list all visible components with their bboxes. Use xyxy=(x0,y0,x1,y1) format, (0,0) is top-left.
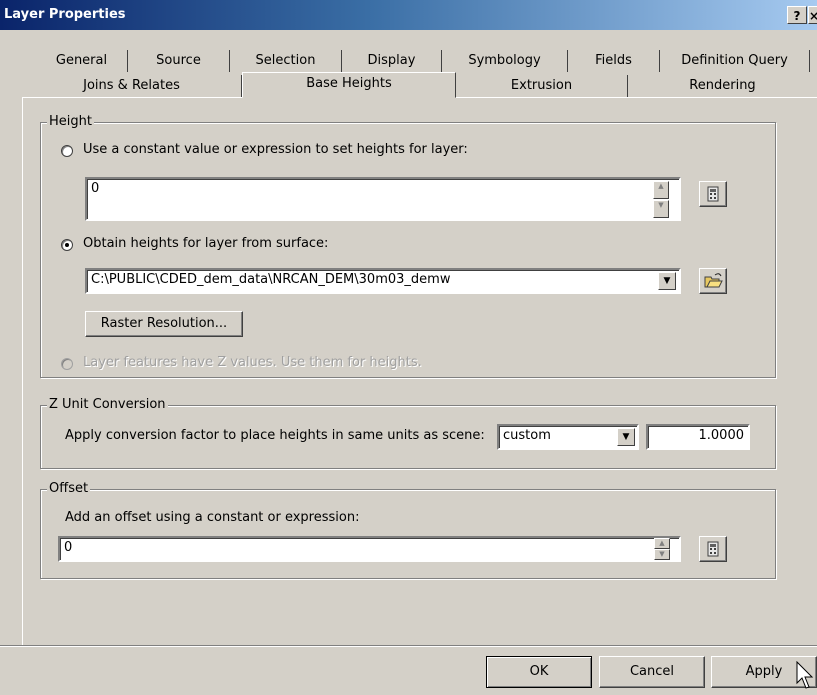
surface-label: Obtain heights for layer from surface: xyxy=(83,236,329,251)
tab-base-heights[interactable]: Base Heights xyxy=(242,72,456,98)
z-unit-group: Z Unit Conversion Apply conversion facto… xyxy=(40,397,776,469)
calculator-icon xyxy=(707,186,719,202)
close-button[interactable]: × xyxy=(808,6,817,24)
dropdown-arrow-icon[interactable]: ▼ xyxy=(658,272,676,290)
constant-value-radio[interactable] xyxy=(61,145,73,157)
height-legend: Height xyxy=(47,114,94,129)
open-folder-icon xyxy=(704,273,723,288)
tab-panel: Height Use a constant value or expressio… xyxy=(22,97,817,645)
offset-input[interactable]: 0 xyxy=(58,536,681,562)
z-unit-legend: Z Unit Conversion xyxy=(47,397,168,412)
tab-fields[interactable]: Fields xyxy=(568,50,660,72)
spin-down-icon[interactable]: ▼ xyxy=(653,200,669,218)
ok-button[interactable]: OK xyxy=(486,656,592,688)
constant-value-label: Use a constant value or expression to se… xyxy=(83,142,468,157)
z-values-label: Layer features have Z values. Use them f… xyxy=(83,355,422,370)
dropdown-arrow-icon[interactable]: ▼ xyxy=(617,428,635,446)
raster-resolution-button[interactable]: Raster Resolution... xyxy=(85,311,243,337)
spin-down-icon[interactable]: ▼ xyxy=(654,549,670,560)
offset-value-text: 0 xyxy=(64,540,73,555)
spin-up-icon[interactable]: ▲ xyxy=(653,181,669,199)
tab-symbology[interactable]: Symbology xyxy=(442,50,568,72)
constant-value-text: 0 xyxy=(91,181,100,196)
calculator-icon xyxy=(707,541,719,557)
tab-extrusion[interactable]: Extrusion xyxy=(456,75,628,97)
tab-definition-query[interactable]: Definition Query xyxy=(660,50,810,72)
offset-label: Add an offset using a constant or expres… xyxy=(65,510,360,525)
window-title: Layer Properties xyxy=(4,7,126,22)
expression-calculator-button[interactable] xyxy=(699,181,727,207)
surface-select[interactable]: C:\PUBLIC\CDED_dem_data\NRCAN_DEM\30m03_… xyxy=(85,268,681,294)
conversion-factor-text: 1.0000 xyxy=(698,428,745,443)
offset-calculator-button[interactable] xyxy=(699,536,727,562)
surface-radio[interactable] xyxy=(61,239,73,251)
tab-joins-relates[interactable]: Joins & Relates xyxy=(22,75,242,97)
tab-general[interactable]: General xyxy=(36,50,128,72)
offset-group: Offset Add an offset using a constant or… xyxy=(40,481,776,579)
tab-display[interactable]: Display xyxy=(342,50,442,72)
tab-source[interactable]: Source xyxy=(128,50,230,72)
spin-up-icon[interactable]: ▲ xyxy=(654,538,670,549)
z-unit-label: Apply conversion factor to place heights… xyxy=(65,428,485,443)
z-values-radio xyxy=(61,358,73,370)
button-bar-divider xyxy=(0,645,817,647)
conversion-factor-input[interactable]: 1.0000 xyxy=(646,424,750,450)
tab-selection[interactable]: Selection xyxy=(230,50,342,72)
height-group: Height Use a constant value or expressio… xyxy=(40,114,776,378)
title-bar[interactable]: Layer Properties ? × xyxy=(0,0,817,30)
tab-rendering[interactable]: Rendering xyxy=(628,75,817,97)
layer-properties-dialog: Layer Properties ? × General Source Sele… xyxy=(0,0,817,695)
help-button[interactable]: ? xyxy=(787,6,807,24)
constant-value-input[interactable]: 0 xyxy=(85,177,681,221)
browse-surface-button[interactable] xyxy=(699,268,727,294)
cancel-button[interactable]: Cancel xyxy=(599,656,705,688)
surface-path-text: C:\PUBLIC\CDED_dem_data\NRCAN_DEM\30m03_… xyxy=(91,272,451,287)
cursor-arrow-icon xyxy=(796,661,814,689)
offset-legend: Offset xyxy=(47,481,91,496)
unit-selected-text: custom xyxy=(503,428,551,443)
